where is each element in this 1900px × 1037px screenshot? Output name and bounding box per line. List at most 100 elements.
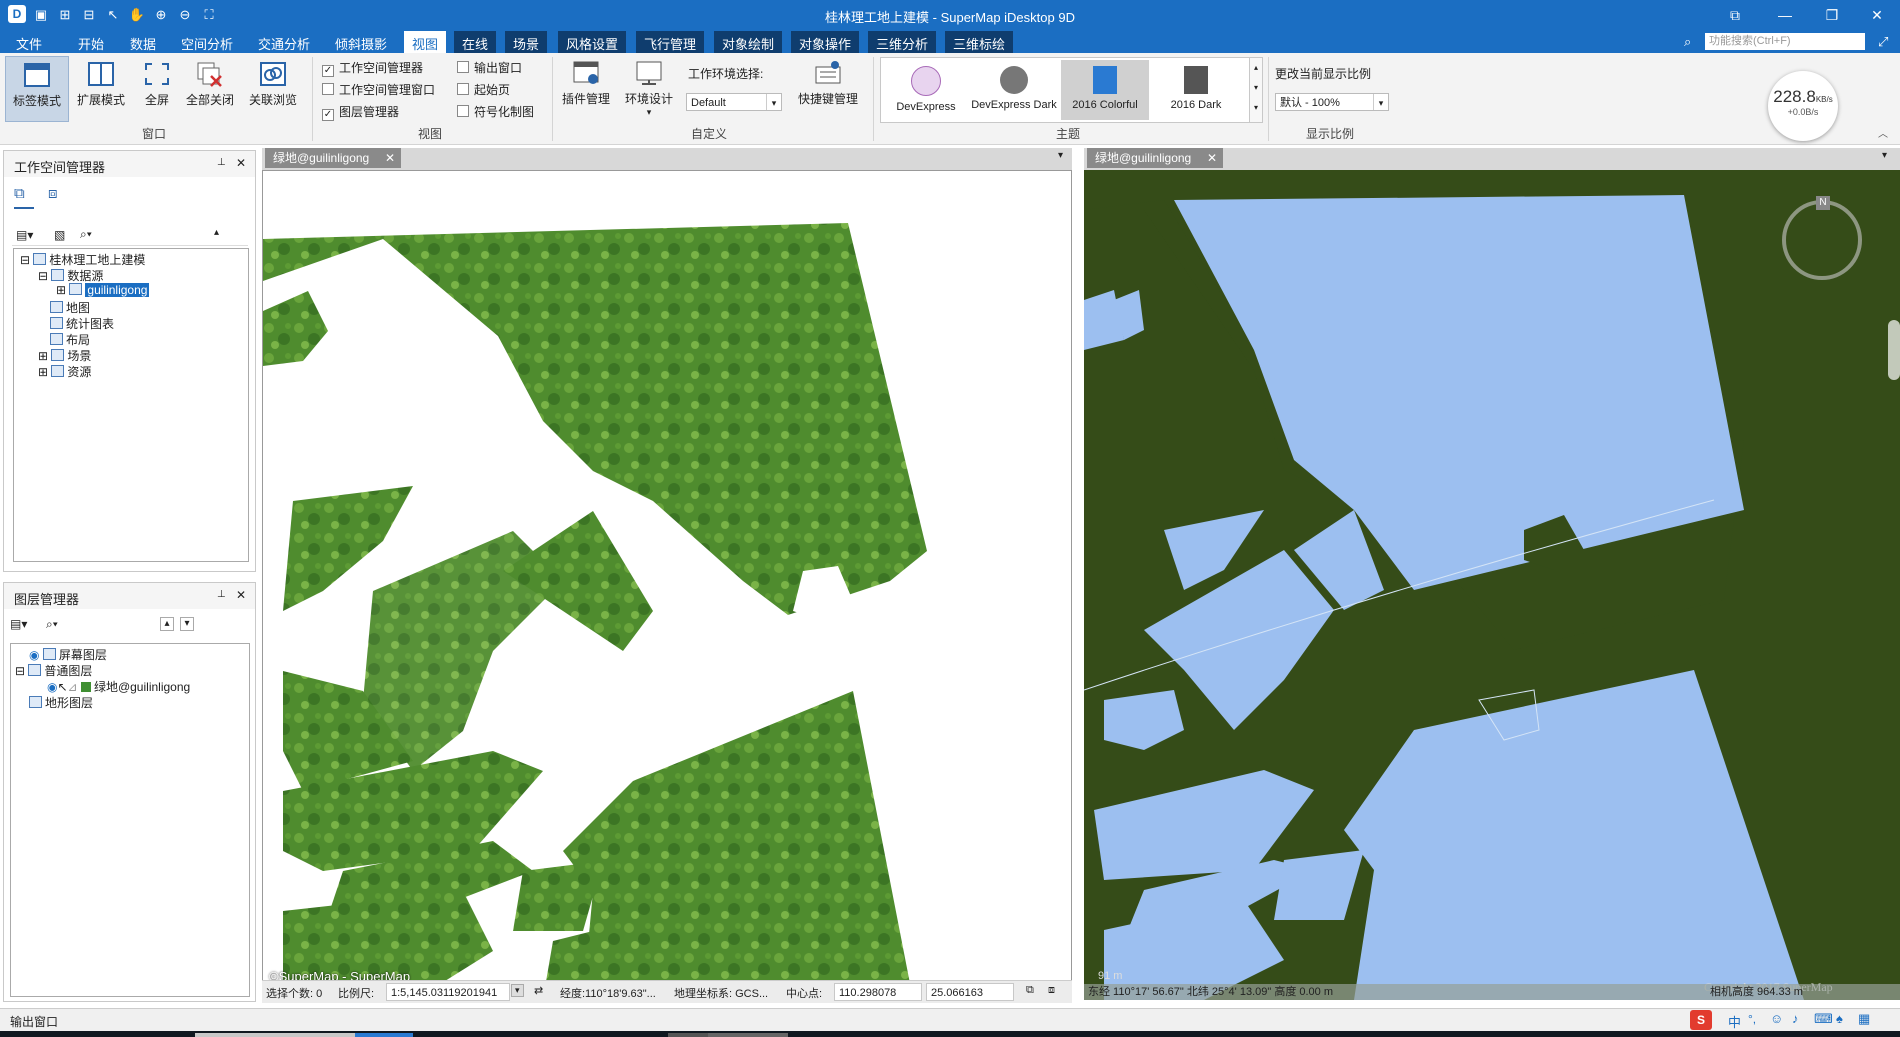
move-up-icon[interactable]: ▴: [160, 617, 174, 631]
theme-2016-dark[interactable]: 2016 Dark: [1153, 60, 1239, 120]
close-icon[interactable]: ✕: [1862, 4, 1892, 26]
pin-icon[interactable]: ⊥: [217, 157, 226, 168]
scroll-up-icon[interactable]: ▴: [214, 227, 219, 238]
swap-icon[interactable]: ⇄: [534, 984, 543, 997]
compass-widget[interactable]: N: [1782, 196, 1862, 280]
linked-browse-button[interactable]: 关联浏览: [244, 60, 302, 108]
punctuation-icon[interactable]: °,: [1748, 1012, 1756, 1026]
ime-logo-icon[interactable]: S: [1690, 1010, 1712, 1030]
taskbar-item[interactable]: [668, 1033, 708, 1037]
checkbox-icon: ✓: [322, 65, 334, 77]
tree-item-maps[interactable]: 地图: [50, 299, 90, 316]
taskbar-item[interactable]: [195, 1033, 355, 1037]
close-icon[interactable]: ✕: [236, 156, 246, 170]
resource-tab-icon[interactable]: ⧈: [48, 185, 58, 202]
close-tab-icon[interactable]: ✕: [385, 148, 395, 168]
document-icon[interactable]: ▧: [54, 228, 65, 242]
tree-item-normal-layer[interactable]: ⊟ 普通图层: [15, 662, 92, 679]
taskbar-item[interactable]: [355, 1033, 413, 1037]
tree-item-scenes[interactable]: ⊞ 场景: [38, 347, 91, 364]
navigation-slider[interactable]: [1888, 320, 1900, 380]
map-tab-2d[interactable]: 绿地@guilinligong ✕: [265, 148, 401, 168]
restore-icon[interactable]: ⧉: [1720, 4, 1750, 26]
close-all-icon: [195, 60, 225, 88]
output-window-check[interactable]: 输出窗口: [457, 59, 522, 76]
search-icon[interactable]: ⌕▾: [46, 617, 58, 632]
symbol-mapping-check[interactable]: 符号化制图: [457, 103, 534, 120]
menu-start[interactable]: 开始: [78, 34, 104, 53]
expand-icon[interactable]: ⤢: [1878, 34, 1888, 50]
tree-item-resources[interactable]: ⊞ 资源: [38, 363, 91, 380]
tab-list-dropdown-icon[interactable]: ▾: [1882, 150, 1887, 161]
maximize-icon[interactable]: ❐: [1817, 4, 1847, 26]
tree-item-charts[interactable]: 统计图表: [50, 315, 114, 332]
menu-traffic-analysis[interactable]: 交通分析: [258, 34, 310, 53]
fullscreen-button[interactable]: 全屏: [137, 60, 177, 108]
scene-scale-text: 91 m: [1098, 970, 1123, 982]
emoji-icon[interactable]: ☺: [1770, 1011, 1783, 1026]
shortcut-manager-button[interactable]: 快捷键管理: [793, 59, 863, 107]
minimize-icon[interactable]: —: [1770, 4, 1800, 26]
workspace-manager-check[interactable]: ✓ 工作空间管理器: [322, 59, 423, 77]
tree-item-layouts[interactable]: 布局: [50, 331, 90, 348]
tree-item-terrain-layer[interactable]: 地形图层: [15, 694, 93, 711]
menu-spatial-analysis[interactable]: 空间分析: [181, 34, 233, 53]
theme-gallery-scroll[interactable]: ▴ ▾ ▾: [1249, 57, 1263, 123]
ribbon-separator: [552, 57, 553, 141]
tree-item-workspace[interactable]: ⊟ 桂林理工地上建模: [20, 251, 145, 268]
theme-devexpress[interactable]: DevExpress: [883, 60, 969, 120]
env-design-button[interactable]: 环境设计 ▾: [620, 59, 678, 118]
env-select-combo[interactable]: Default ▾: [686, 93, 782, 111]
map-canvas-2d[interactable]: ©SuperMap - SuperMap: [262, 170, 1072, 1000]
menu-file[interactable]: 文件: [16, 34, 42, 53]
tree-item-datasources[interactable]: ⊟ 数据源: [38, 267, 103, 284]
expand-mode-button[interactable]: 扩展模式: [72, 60, 130, 108]
selectable-icon: ↖: [57, 680, 68, 694]
output-window-tab[interactable]: 输出窗口: [10, 1013, 58, 1030]
dropdown-arrow-icon: ▾: [646, 107, 652, 117]
menu-data[interactable]: 数据: [130, 34, 156, 53]
tree-item-guilinligong[interactable]: ⊞ guilinligong: [56, 283, 150, 297]
add-layer-icon[interactable]: ▤▾: [10, 617, 27, 631]
scale-input[interactable]: 1:5,145.03119201941: [386, 983, 510, 1001]
ime-language[interactable]: 中: [1728, 1012, 1741, 1031]
plugin-manager-button[interactable]: 插件管理: [557, 59, 615, 107]
toolbox-icon[interactable]: ▦: [1858, 1011, 1870, 1027]
menu-oblique-photo[interactable]: 倾斜摄影: [335, 34, 387, 53]
pin-icon[interactable]: ⊥: [217, 589, 226, 600]
tab-list-dropdown-icon[interactable]: ▾: [1058, 150, 1063, 161]
window-group-label: 窗口: [142, 127, 167, 141]
ribbon-collapse-icon[interactable]: ︿: [1878, 125, 1888, 140]
tree-item-greenland-layer[interactable]: ◉↖⊿ 绿地@guilinligong: [47, 678, 190, 695]
close-tab-icon[interactable]: ✕: [1207, 148, 1217, 168]
scene-tab-3d[interactable]: 绿地@guilinligong ✕: [1087, 148, 1223, 168]
copy-icon[interactable]: ⧉: [1026, 984, 1034, 997]
close-all-button[interactable]: 全部关闭: [182, 60, 238, 108]
dropdown-arrow-icon[interactable]: ▾: [511, 984, 524, 997]
keyboard-icon[interactable]: ⌨: [1814, 1011, 1833, 1027]
selection-count: 选择个数: 0: [266, 988, 323, 1000]
paste-icon[interactable]: ⧈: [1048, 984, 1055, 997]
center-y-input[interactable]: 25.066163: [926, 983, 1014, 1001]
taskbar-item[interactable]: [708, 1033, 788, 1037]
tree-item-screen-layer[interactable]: ◉ 屏幕图层: [29, 646, 107, 663]
center-x-input[interactable]: 110.298078: [834, 983, 922, 1001]
move-down-icon[interactable]: ▾: [180, 617, 194, 631]
display-scale-combo[interactable]: 默认 - 100% ▾: [1275, 93, 1389, 111]
tab-mode-button[interactable]: 标签模式: [5, 56, 69, 122]
skin-icon[interactable]: ♠: [1836, 1011, 1843, 1026]
layer-manager-check[interactable]: ✓ 图层管理器: [322, 103, 399, 121]
close-icon[interactable]: ✕: [236, 588, 246, 602]
theme-devexpress-dark[interactable]: DevExpress Dark: [971, 60, 1057, 120]
feature-search-input[interactable]: 功能搜索(Ctrl+F): [1705, 33, 1865, 50]
expand-icon: ⊞: [38, 349, 49, 363]
theme-2016-colorful[interactable]: 2016 Colorful: [1061, 60, 1149, 120]
theme-group-label: 主题: [1056, 127, 1081, 141]
scene-canvas-3d[interactable]: N 91 m Copyright 2017 SuperMap: [1084, 170, 1900, 1000]
workspace-tab-icon[interactable]: ⧉: [14, 185, 25, 202]
workspace-window-check[interactable]: 工作空间管理窗口: [322, 81, 435, 98]
open-datasource-icon[interactable]: ▤▾: [16, 228, 33, 242]
start-page-check[interactable]: 起始页: [457, 81, 510, 98]
search-icon[interactable]: ⌕▾: [80, 227, 92, 242]
microphone-icon[interactable]: ♪: [1792, 1011, 1799, 1026]
